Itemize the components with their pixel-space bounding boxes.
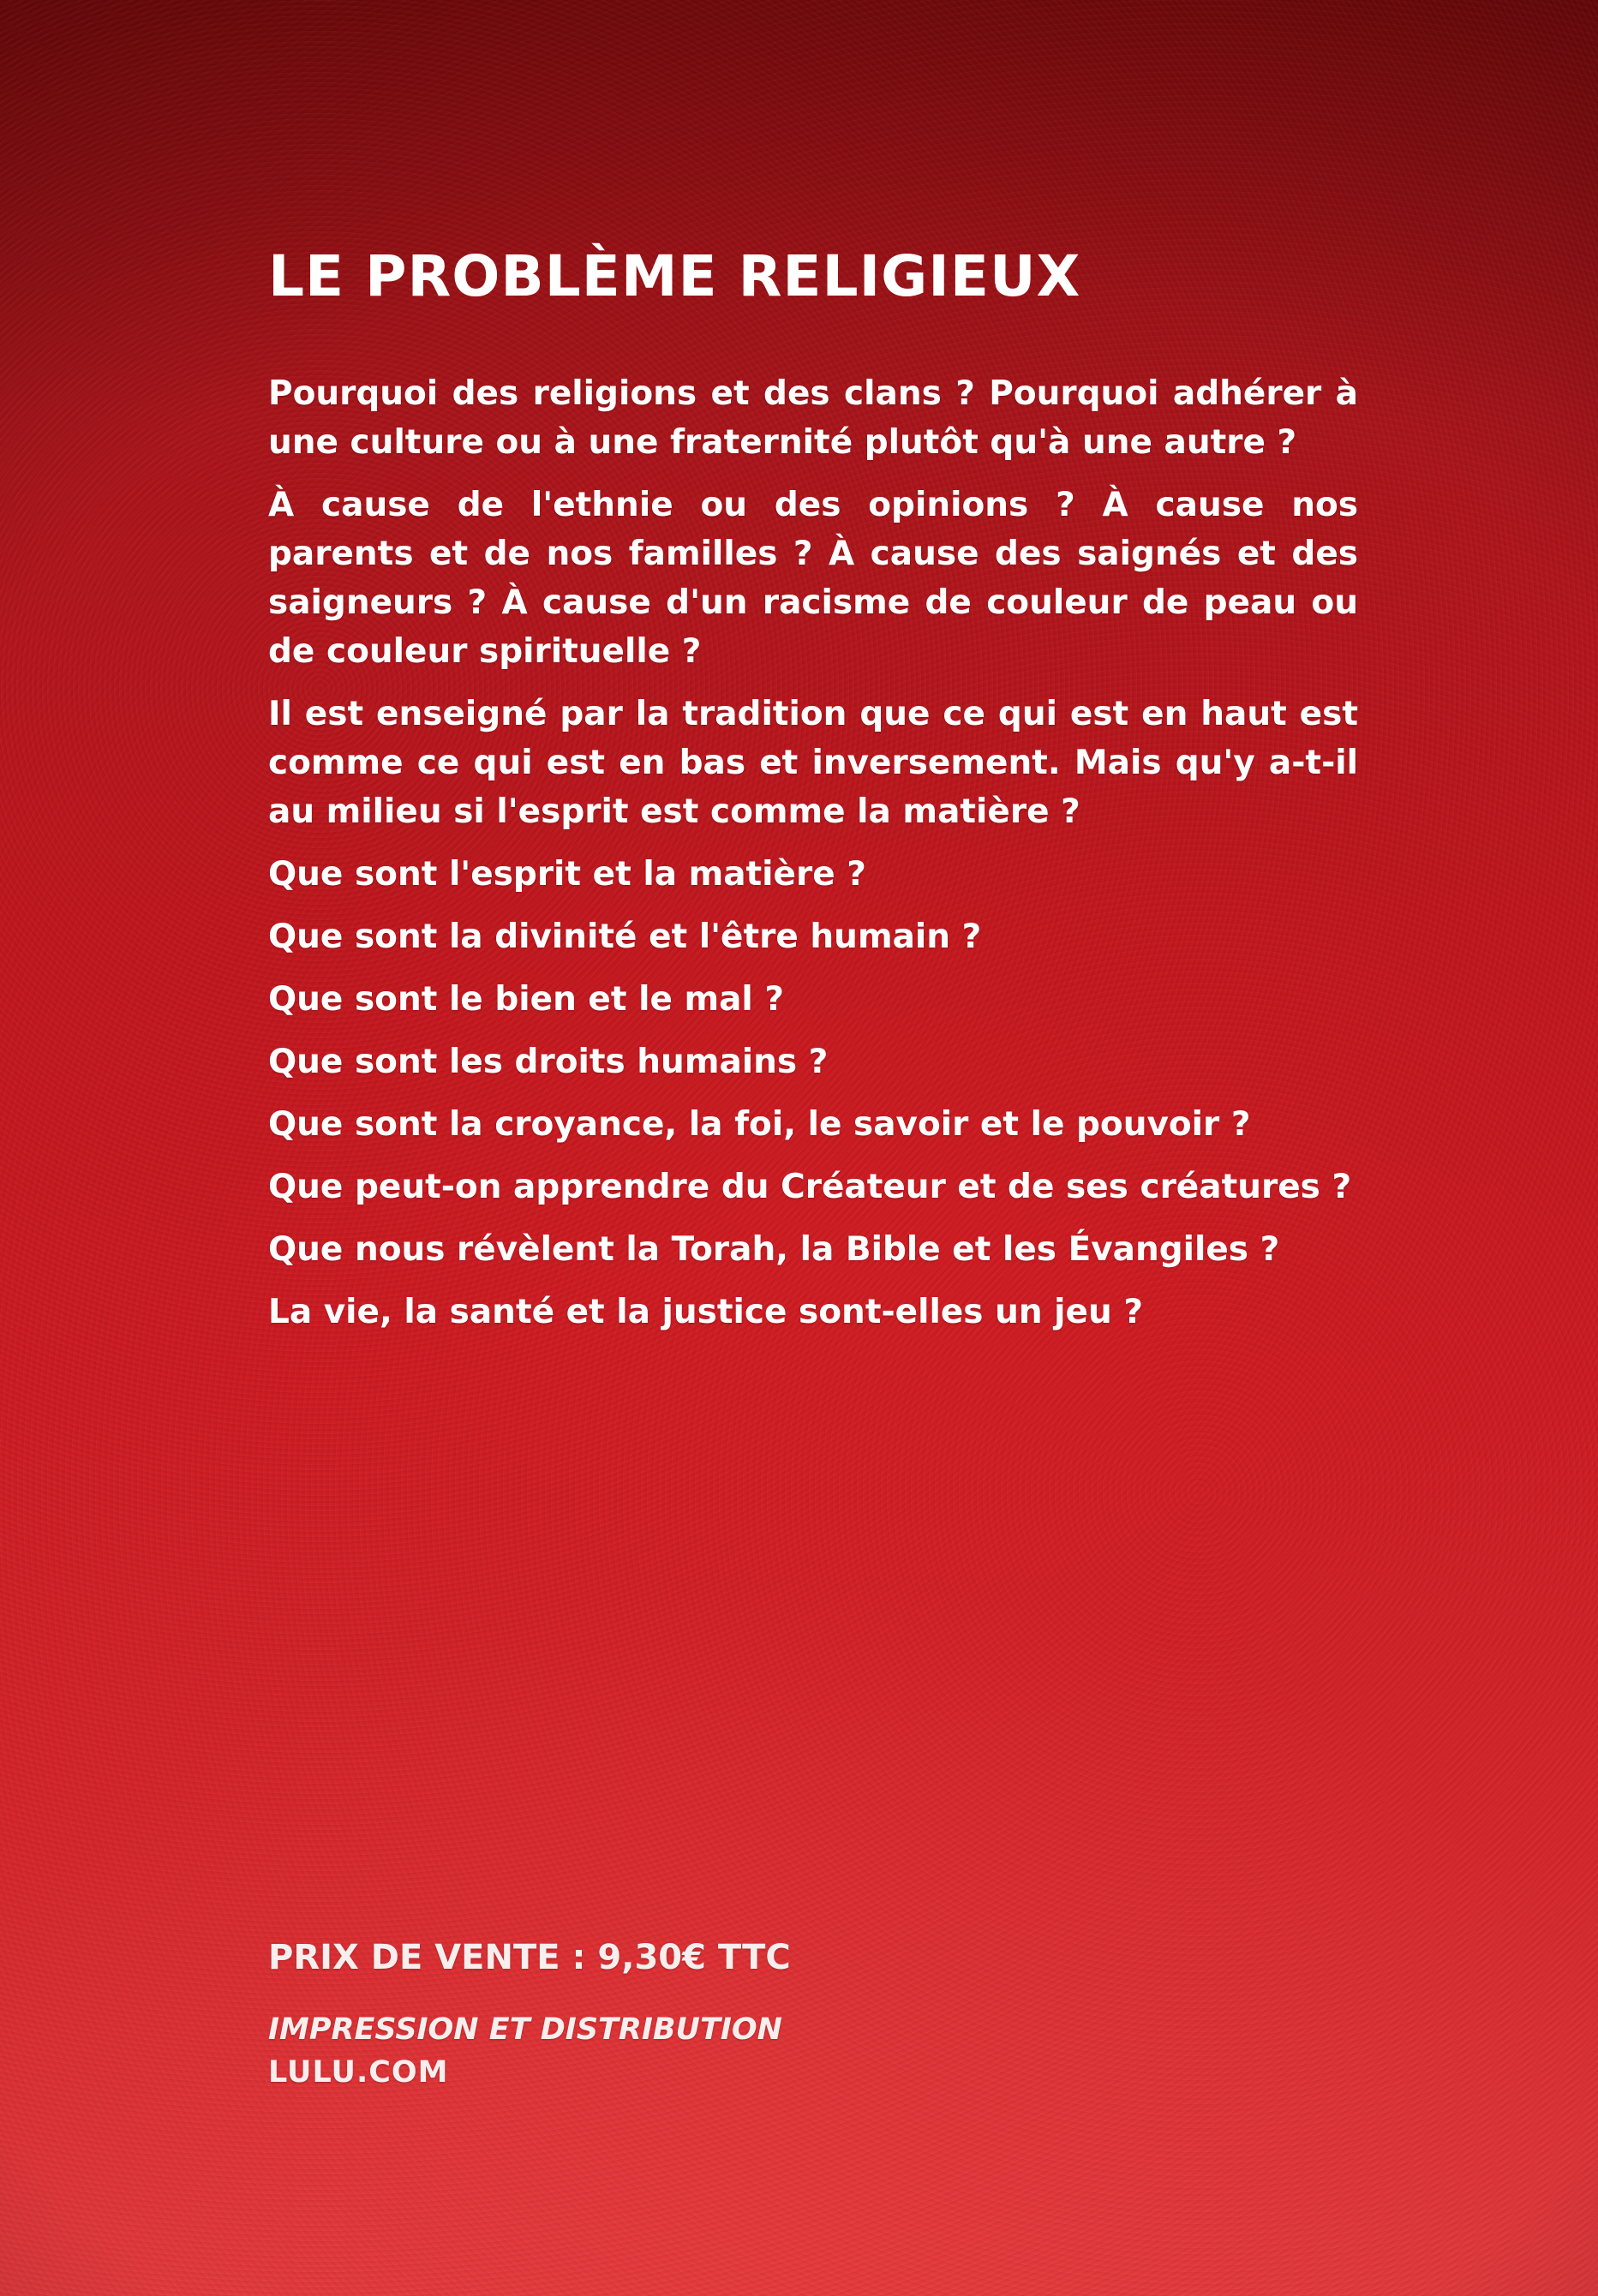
tradition-paragraph: Il est enseigné par la tradition que ce … (268, 694, 1358, 831)
publisher-info: PRIX DE VENTE : 9,30€ TTC IMPRESSION ET … (268, 1938, 1358, 2094)
question-line: Que sont la croyance, la foi, le savoir … (268, 1104, 1251, 1144)
question-line: Que sont l'esprit et la matière ? (268, 854, 866, 894)
back-cover-text: LE PROBLÈME RELIGIEUX Pourquoi des relig… (268, 244, 1358, 1350)
printer-name: LULU.COM (268, 2055, 449, 2090)
question-line: Que nous révèlent la Torah, la Bible et … (268, 1229, 1280, 1269)
intro-paragraph: Pourquoi des religions et des clans ? Po… (268, 374, 1358, 462)
question-line: La vie, la santé et la justice sont-elle… (268, 1292, 1143, 1331)
question-line: Que peut-on apprendre du Créateur et de … (268, 1167, 1352, 1206)
question-line: Que sont les droits humains ? (268, 1042, 829, 1081)
book-title: LE PROBLÈME RELIGIEUX (268, 243, 1081, 309)
question-line: Que sont la divinité et l'être humain ? (268, 917, 982, 956)
causes-paragraph: À cause de l'ethnie ou des opinions ? À … (268, 485, 1358, 671)
question-line: Que sont le bien et le mal ? (268, 979, 785, 1019)
printer-label: IMPRESSION ET DISTRIBUTION (268, 2012, 782, 2047)
sale-price: PRIX DE VENTE : 9,30€ TTC (268, 1938, 791, 1977)
